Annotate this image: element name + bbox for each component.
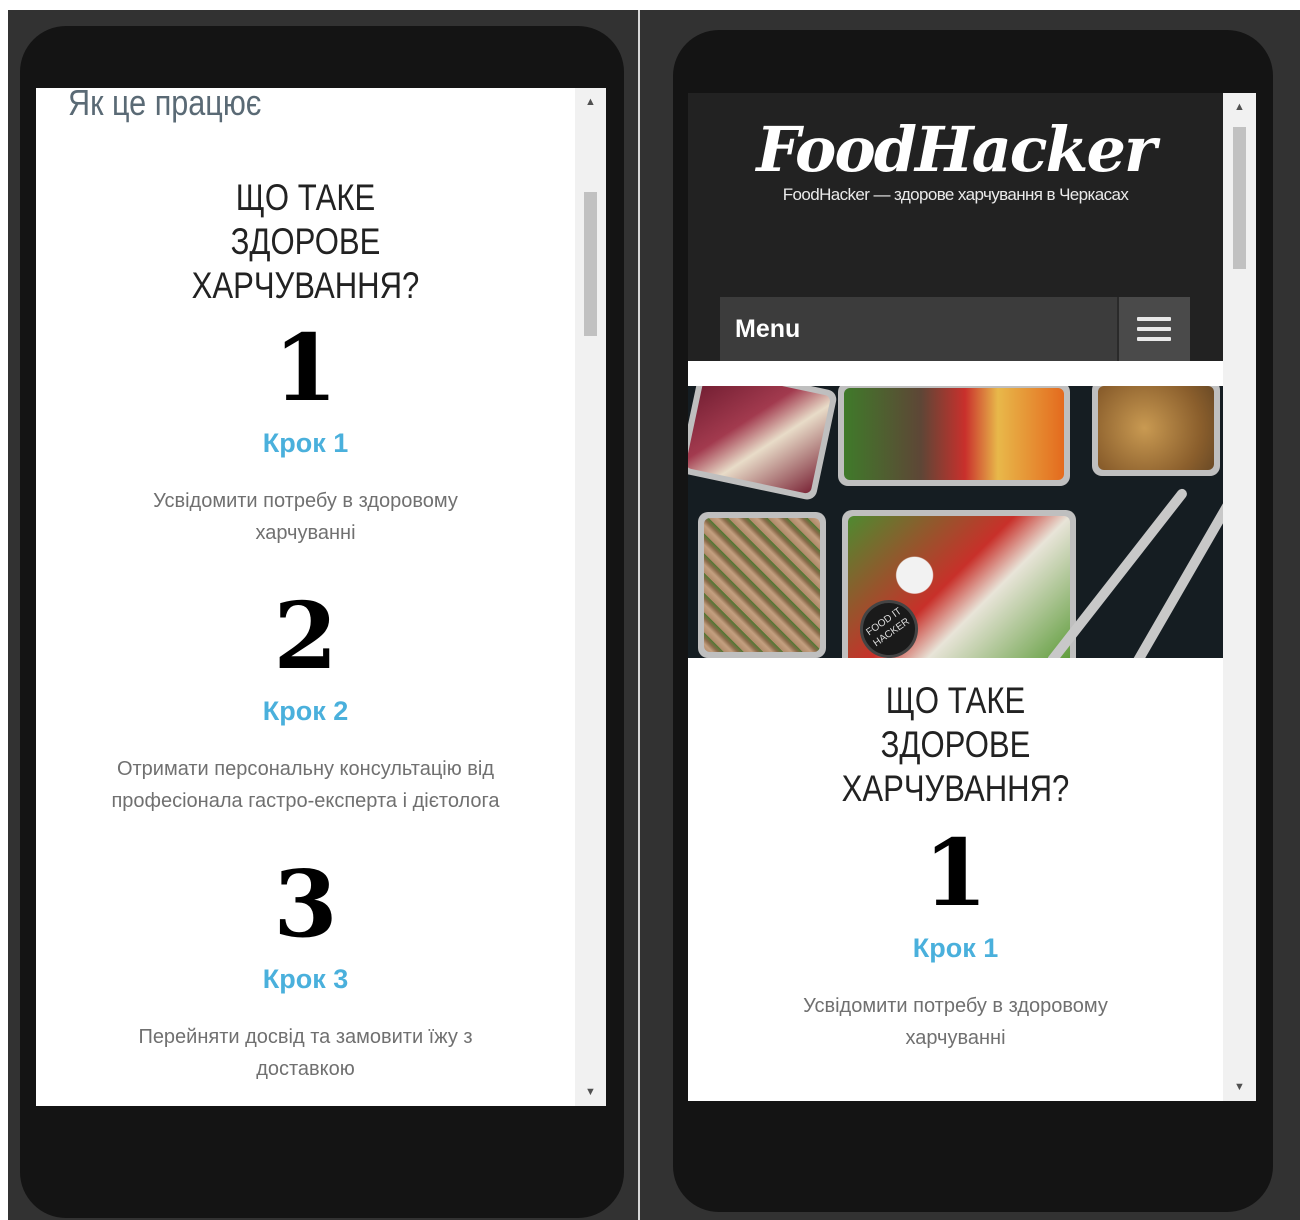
phone-screen-left[interactable]: Як це працює ЩО ТАКЕ ЗДОРОВЕ ХАРЧУВАННЯ?… <box>36 88 606 1106</box>
step-description: Усвідомити потребу в здоровому харчуванн… <box>153 490 458 544</box>
scroll-up-arrow-icon[interactable]: ▲ <box>1223 97 1256 117</box>
phone-frame-right: FoodHacker FoodHacker — здорове харчуван… <box>673 30 1273 1212</box>
scroll-down-arrow-icon[interactable]: ▼ <box>1223 1077 1256 1097</box>
step-block: 1 Крок 1 Усвідомити потребу в здоровому … <box>36 322 575 549</box>
step-number: 1 <box>923 819 988 927</box>
page-heading: ЩО ТАКЕ ЗДОРОВЕ ХАРЧУВАННЯ? <box>841 680 1070 809</box>
step-block: 1 Крок 1 Усвідомити потребу в здоровому … <box>688 827 1223 1054</box>
page-content-left: Як це працює ЩО ТАКЕ ЗДОРОВЕ ХАРЧУВАННЯ?… <box>36 88 575 1106</box>
vertical-scrollbar[interactable]: ▲ ▼ <box>575 88 606 1106</box>
step-number: 3 <box>273 850 338 958</box>
step-block: 3 Крок 3 Перейняти досвід та замовити їж… <box>36 858 575 1085</box>
vertical-scrollbar[interactable]: ▲ ▼ <box>1223 93 1256 1101</box>
step-number: 1 <box>273 314 338 422</box>
right-preview-panel: FoodHacker FoodHacker — здорове харчуван… <box>640 10 1300 1220</box>
page-heading: ЩО ТАКЕ ЗДОРОВЕ ХАРЧУВАННЯ? <box>191 177 420 306</box>
scrollbar-thumb[interactable] <box>1233 127 1246 269</box>
left-preview-panel: Як це працює ЩО ТАКЕ ЗДОРОВЕ ХАРЧУВАННЯ?… <box>8 10 638 1220</box>
step-label[interactable]: Крок 1 <box>688 933 1223 964</box>
step-number: 2 <box>273 582 338 690</box>
step-description: Отримати персональну консультацію від пр… <box>111 758 500 812</box>
phone-screen-right[interactable]: FoodHacker FoodHacker — здорове харчуван… <box>688 93 1256 1101</box>
scroll-up-arrow-icon[interactable]: ▲ <box>575 92 606 112</box>
step-description: Перейняти досвід та замовити їжу з доста… <box>138 1026 473 1080</box>
step-label[interactable]: Крок 2 <box>36 696 575 727</box>
section-title: Як це працює <box>68 88 262 123</box>
step-label[interactable]: Крок 1 <box>36 428 575 459</box>
scroll-down-arrow-icon[interactable]: ▼ <box>575 1082 606 1102</box>
step-block: 2 Крок 2 Отримати персональну консультац… <box>36 590 575 817</box>
page-content-right: ЩО ТАКЕ ЗДОРОВЕ ХАРЧУВАННЯ? 1 Крок 1 Усв… <box>688 93 1223 1101</box>
scrollbar-thumb[interactable] <box>584 192 597 336</box>
phone-frame-left: Як це працює ЩО ТАКЕ ЗДОРОВЕ ХАРЧУВАННЯ?… <box>20 26 624 1218</box>
step-label[interactable]: Крок 3 <box>36 964 575 995</box>
step-description: Усвідомити потребу в здоровому харчуванн… <box>803 995 1108 1049</box>
